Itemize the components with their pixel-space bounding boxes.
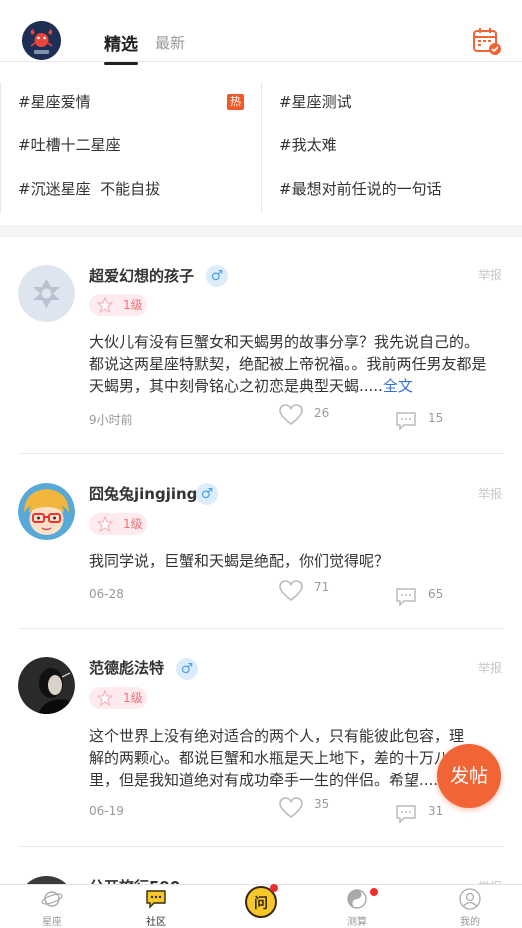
report-link[interactable]: 举报 [478,659,502,676]
comment-count: 31 [428,804,444,818]
hot-badge: 热 [227,94,244,110]
tab-featured[interactable]: 精选 [104,30,138,65]
report-link[interactable]: 举报 [478,485,502,502]
post-content[interactable]: 我同学说，巨蟹和天蝎是绝配，你们觉得呢？ [89,550,489,572]
topic-star-love[interactable]: #星座爱情 [18,92,91,112]
male-icon: ♂ [206,265,228,287]
post-time: 06-28 [89,587,124,601]
username[interactable]: 超爱幻想的孩子 [89,265,194,286]
topic-star-test[interactable]: #星座测试 [279,92,352,112]
level-text: 1级 [123,298,143,312]
topics-left-border [0,82,1,212]
topics-divider [261,82,262,212]
comment-icon[interactable] [395,587,417,607]
nav-label: 我的 [460,917,480,928]
level-badge: 1级 [89,294,147,316]
star-icon [97,297,113,313]
post-content[interactable]: 大伙儿有没有巨蟹女和天蝎男的故事分享？我先说自己的。都说这两星座特默契，绝配被上… [89,331,489,397]
post-separator [18,628,504,629]
comment-count: 15 [428,411,444,425]
post-text: 我同学说，巨蟹和天蝎是绝配，你们觉得呢？ [89,552,390,570]
level-badge: 1级 [89,687,147,709]
male-icon: ♂ [176,658,198,680]
nav-mine[interactable]: 我的 [440,885,500,928]
top-header: 精选 最新 [0,0,522,65]
report-link[interactable]: 举报 [478,266,502,283]
fulltext-link[interactable]: 全文 [383,377,413,395]
star-icon [97,690,113,706]
nav-fortune[interactable]: 测算 [327,885,387,928]
notification-dot [370,888,378,896]
nav-label: 星座 [42,917,62,928]
level-badge: 1级 [89,513,147,535]
post-separator [18,453,504,454]
notification-dot [270,884,278,892]
topic-to-ex[interactable]: #最想对前任说的一句话 [279,179,442,199]
nav-star[interactable]: 星座 [22,885,82,928]
comment-count: 65 [428,587,444,601]
post-text: 大伙儿有没有巨蟹女和天蝎男的故事分享？我先说自己的。都说这两星座特默契，绝配被上… [89,333,487,395]
like-count: 71 [314,580,330,594]
user-icon [459,888,481,910]
like-count: 35 [314,797,330,811]
comment-icon[interactable] [395,804,417,824]
level-text: 1级 [123,517,143,531]
post-time: 9小时前 [89,413,133,427]
like-count: 26 [314,406,330,420]
topic-too-hard[interactable]: #我太难 [279,135,337,155]
level-text: 1级 [123,691,143,705]
post-time: 06-19 [89,804,124,818]
nav-community[interactable]: 社区 [126,885,186,928]
heart-icon[interactable] [279,580,303,602]
post-fab-button[interactable]: 发帖 [437,744,501,808]
post-content[interactable]: 这个世界上没有绝对适合的两个人，只有能彼此包容，理解的两颗心。都说巨蟹和水瓶是天… [89,725,474,791]
username[interactable]: 囧兔兔jingjing [89,483,197,504]
crab-logo-icon[interactable] [22,21,61,60]
male-icon: ♂ [196,483,218,505]
star-icon [97,516,113,532]
section-gap [0,225,522,237]
calendar-check-icon[interactable] [472,26,502,56]
chat-bubbles-icon [146,890,166,909]
ask-label: 问 [254,896,268,912]
avatar[interactable] [18,657,75,714]
tab-latest[interactable]: 最新 [155,32,185,53]
post-separator [18,846,504,847]
nav-label: 社区 [146,917,166,928]
username[interactable]: 范德彪法特 [89,657,164,678]
avatar[interactable] [18,265,75,322]
heart-icon[interactable] [279,404,303,426]
topic-rant-zodiac[interactable]: #吐槽十二星座 [18,135,121,155]
planet-icon [41,891,63,907]
comment-icon[interactable] [395,411,417,431]
nav-label: 测算 [347,917,367,928]
post-text: 这个世界上没有绝对适合的两个人，只有能彼此包容，理解的两颗心。都说巨蟹和水瓶是天… [89,727,465,789]
heart-icon[interactable] [279,797,303,819]
avatar[interactable] [18,483,75,540]
yin-yang-icon [347,889,367,909]
topic-addicted-zodiac[interactable]: #沉迷星座 不能自拔 [18,179,160,199]
